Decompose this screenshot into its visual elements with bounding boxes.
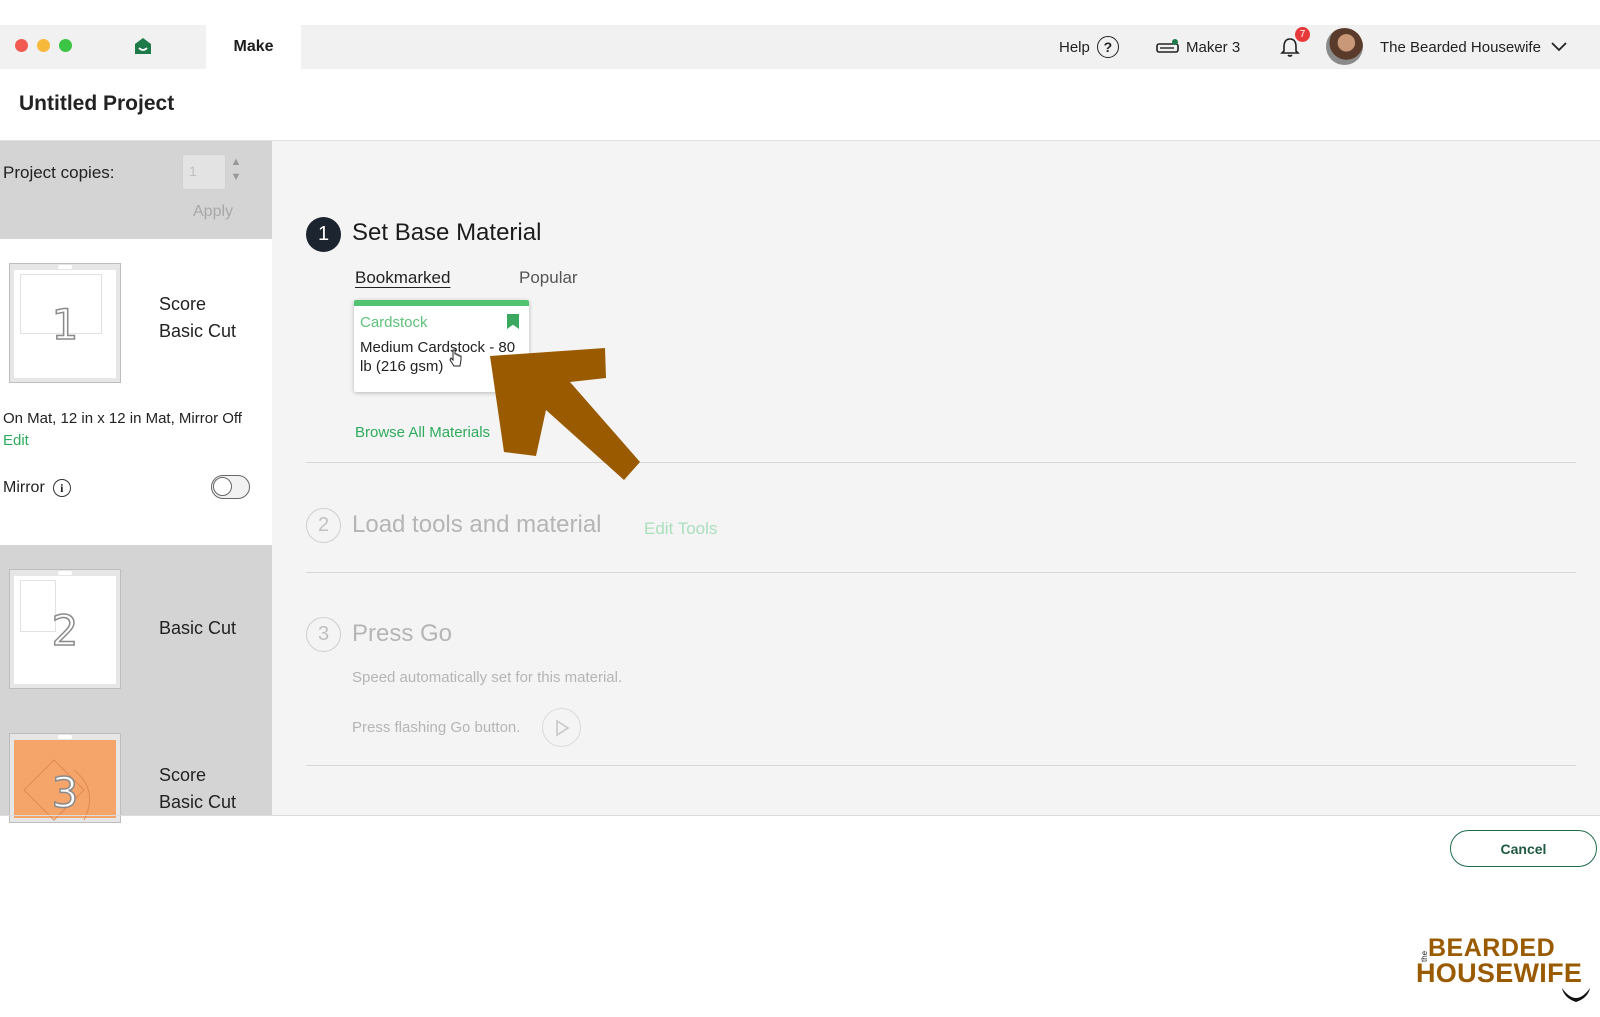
notification-badge: 7	[1295, 27, 1310, 42]
cancel-button[interactable]: Cancel	[1450, 830, 1597, 867]
mat-operation: Score	[159, 765, 207, 785]
footer-divider	[0, 815, 1600, 816]
project-copies-panel: Project copies: 1 ▲ ▼ Apply	[0, 141, 272, 239]
mat-settings-info: On Mat, 12 in x 12 in Mat, Mirror Off	[3, 410, 242, 427]
edit-tools-link[interactable]: Edit Tools	[644, 519, 717, 539]
mat-edit-link[interactable]: Edit	[3, 432, 29, 449]
window-titlebar: Make Help ? Maker 3 7 The Bearded Housew…	[0, 25, 1600, 69]
mat-thumbnail-1[interactable]: 1	[9, 263, 121, 383]
avatar[interactable]	[1326, 28, 1363, 65]
hand-cursor-icon	[449, 349, 462, 367]
info-icon[interactable]: i	[52, 479, 71, 497]
step-number-1: 1	[306, 217, 341, 252]
mat-operation: Basic Cut	[159, 618, 237, 638]
user-name: The Bearded Housewife	[1380, 38, 1541, 56]
mat-list-rest: 2 Basic Cut 3 Score Basic Cut	[0, 545, 272, 823]
browse-materials-link[interactable]: Browse All Materials	[355, 424, 490, 441]
mat-item-1[interactable]: 1 Score Basic Cut On Mat, 12 in x 12 in …	[0, 239, 272, 545]
material-category: Cardstock	[360, 314, 428, 331]
mat-thumbnail-2[interactable]: 2	[9, 569, 121, 689]
step-title-3: Press Go	[352, 620, 453, 647]
window-zoom-button[interactable]	[59, 39, 72, 52]
copies-stepper[interactable]: ▲ ▼	[228, 155, 244, 189]
go-icon	[542, 708, 581, 747]
step-title-2: Load tools and material	[352, 511, 602, 538]
mirror-toggle[interactable]	[211, 475, 250, 499]
bookmark-icon[interactable]	[507, 314, 519, 329]
step-number-2: 2	[306, 508, 341, 543]
annotation-arrow-icon	[490, 348, 640, 480]
machine-label: Maker 3	[1186, 38, 1241, 56]
beard-icon	[1562, 988, 1590, 1002]
copies-label: Project copies:	[3, 163, 115, 182]
mirror-row: Mirror i	[3, 479, 71, 497]
mat-operation: Basic Cut	[159, 792, 237, 812]
mat-operation: Basic Cut	[159, 321, 237, 341]
go-note: Press flashing Go button.	[352, 719, 521, 736]
window-close-button[interactable]	[15, 39, 28, 52]
mat-operations-3: Score Basic Cut	[159, 762, 236, 816]
watermark-line2: HOUSEWIFE	[1416, 958, 1583, 988]
step-divider	[306, 572, 1576, 573]
apply-button[interactable]: Apply	[193, 203, 233, 221]
help-button[interactable]: Help ?	[1059, 25, 1119, 69]
step-title-1: Set Base Material	[352, 219, 542, 246]
mat-operations-2: Basic Cut	[159, 615, 236, 642]
step-divider	[306, 765, 1576, 766]
mat-thumbnail-3[interactable]: 3	[9, 733, 121, 823]
machine-icon	[1156, 39, 1179, 53]
copies-input[interactable]: 1	[182, 154, 226, 190]
mat-number-3: 3	[51, 767, 79, 818]
watermark-logo: the BEARDED HOUSEWIFE	[1416, 934, 1591, 1004]
account-menu[interactable]: The Bearded Housewife	[1380, 25, 1567, 69]
mirror-label: Mirror	[3, 479, 45, 496]
chevron-down-icon	[1551, 42, 1567, 52]
help-label: Help	[1059, 38, 1090, 56]
mat-number-2: 2	[51, 605, 79, 656]
tab-bookmarked[interactable]: Bookmarked	[355, 268, 450, 288]
page-title: Untitled Project	[19, 92, 175, 115]
home-icon[interactable]	[134, 37, 152, 55]
help-icon: ?	[1096, 36, 1119, 58]
step-number-3: 3	[306, 617, 341, 652]
tab-popular[interactable]: Popular	[519, 268, 578, 288]
window-minimize-button[interactable]	[37, 39, 50, 52]
speed-note: Speed automatically set for this materia…	[352, 669, 623, 686]
mat-operations-1: Score Basic Cut	[159, 291, 236, 345]
notifications-button[interactable]: 7	[1279, 25, 1313, 69]
mat-operation: Score	[159, 294, 207, 314]
tab-make[interactable]: Make	[206, 25, 301, 69]
mat-number-1: 1	[51, 299, 79, 350]
make-steps-panel: 1 Set Base Material Bookmarked Popular C…	[272, 141, 1600, 815]
machine-button[interactable]: Maker 3	[1156, 25, 1240, 69]
